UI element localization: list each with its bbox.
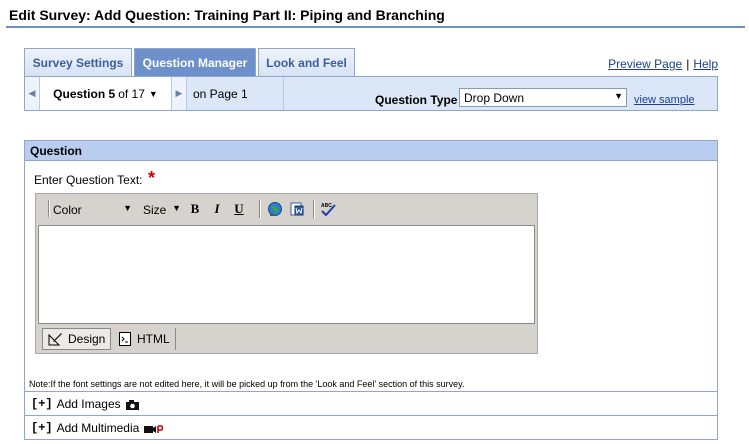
add-images-label: Add Images [56, 397, 121, 411]
chevron-right-icon: ▶ [175, 88, 183, 98]
toolbar-separator [313, 200, 315, 218]
expand-toggle: [+] [31, 397, 53, 411]
page-title: Edit Survey: Add Question: Training Part… [9, 7, 445, 23]
camera-icon [125, 399, 139, 410]
size-select-label: Size [143, 202, 167, 217]
chevron-down-icon: ▼ [172, 203, 181, 213]
toolbar-separator [259, 200, 261, 218]
spellcheck-icon: ABC [321, 203, 336, 217]
chevron-down-icon: ▼ [148, 88, 158, 99]
editor-mode-tabs: Design HTML [38, 326, 535, 352]
paste-from-word-button[interactable] [288, 200, 306, 218]
word-paste-icon [290, 202, 304, 216]
enter-question-label: Enter Question Text: [34, 173, 143, 187]
globe-link-icon [268, 202, 282, 216]
divider [25, 391, 717, 392]
color-select[interactable]: Color ▼ [50, 201, 134, 218]
editor-toolbar: Color ▼ Size ▼ B I U ABC [36, 194, 537, 223]
divider [25, 415, 717, 416]
html-mode-label: HTML [137, 332, 170, 346]
title-divider [6, 26, 745, 28]
question-type-select[interactable]: Drop Down ▼ [459, 88, 627, 107]
chevron-down-icon: ▼ [123, 203, 132, 213]
size-select[interactable]: Size ▼ [140, 201, 183, 218]
question-type-label: Question Type [375, 93, 458, 107]
top-links: Preview Page | Help [608, 57, 718, 71]
question-text-area[interactable] [38, 225, 535, 324]
design-mode-icon [48, 333, 62, 346]
page-indicator: on Page 1 [187, 77, 284, 110]
tab-question-manager[interactable]: Question Manager [134, 48, 256, 76]
underline-button[interactable]: U [230, 200, 248, 218]
rich-text-editor: Color ▼ Size ▼ B I U ABC Design HTML [35, 193, 538, 354]
question-panel-header: Question [25, 141, 717, 161]
question-selector[interactable]: Question 5 of 17 ▼ [40, 77, 172, 110]
html-mode-tab[interactable]: HTML [114, 328, 176, 350]
question-type-value: Drop Down [464, 90, 525, 105]
spellcheck-button[interactable]: ABC [319, 200, 337, 218]
tab-survey-settings[interactable]: Survey Settings [24, 48, 132, 76]
add-images-toggle[interactable]: [+] Add Images [31, 397, 140, 411]
html-mode-icon [119, 332, 131, 346]
question-panel: Question Enter Question Text: * Color ▼ … [24, 140, 718, 440]
expand-toggle: [+] [31, 421, 53, 435]
link-separator: | [686, 57, 690, 71]
chevron-left-icon: ◀ [28, 88, 36, 98]
question-number: Question 5 [53, 86, 116, 101]
question-navigator: ◀ Question 5 of 17 ▼ ▶ on Page 1 Questio… [24, 76, 718, 111]
design-mode-label: Design [68, 332, 106, 346]
font-settings-note: Note:If the font settings are not edited… [29, 379, 465, 389]
required-asterisk: * [148, 168, 156, 188]
svg-text:ABC: ABC [321, 203, 332, 209]
previous-question-button[interactable]: ◀ [25, 77, 40, 110]
add-multimedia-label: Add Multimedia [56, 421, 140, 435]
next-question-button[interactable]: ▶ [172, 77, 187, 110]
question-total: of 17 [118, 86, 145, 101]
tab-look-and-feel[interactable]: Look and Feel [258, 48, 355, 76]
preview-page-link[interactable]: Preview Page [608, 57, 682, 71]
help-link[interactable]: Help [693, 57, 718, 71]
insert-link-button[interactable] [266, 200, 284, 218]
bold-button[interactable]: B [186, 200, 204, 218]
add-multimedia-toggle[interactable]: [+] Add Multimedia [31, 421, 164, 435]
view-sample-link[interactable]: view sample [634, 94, 695, 106]
design-mode-tab[interactable]: Design [42, 328, 111, 350]
italic-button[interactable]: I [208, 200, 226, 218]
chevron-down-icon: ▼ [614, 91, 623, 101]
color-select-label: Color [53, 202, 82, 217]
video-camera-icon [144, 424, 164, 433]
